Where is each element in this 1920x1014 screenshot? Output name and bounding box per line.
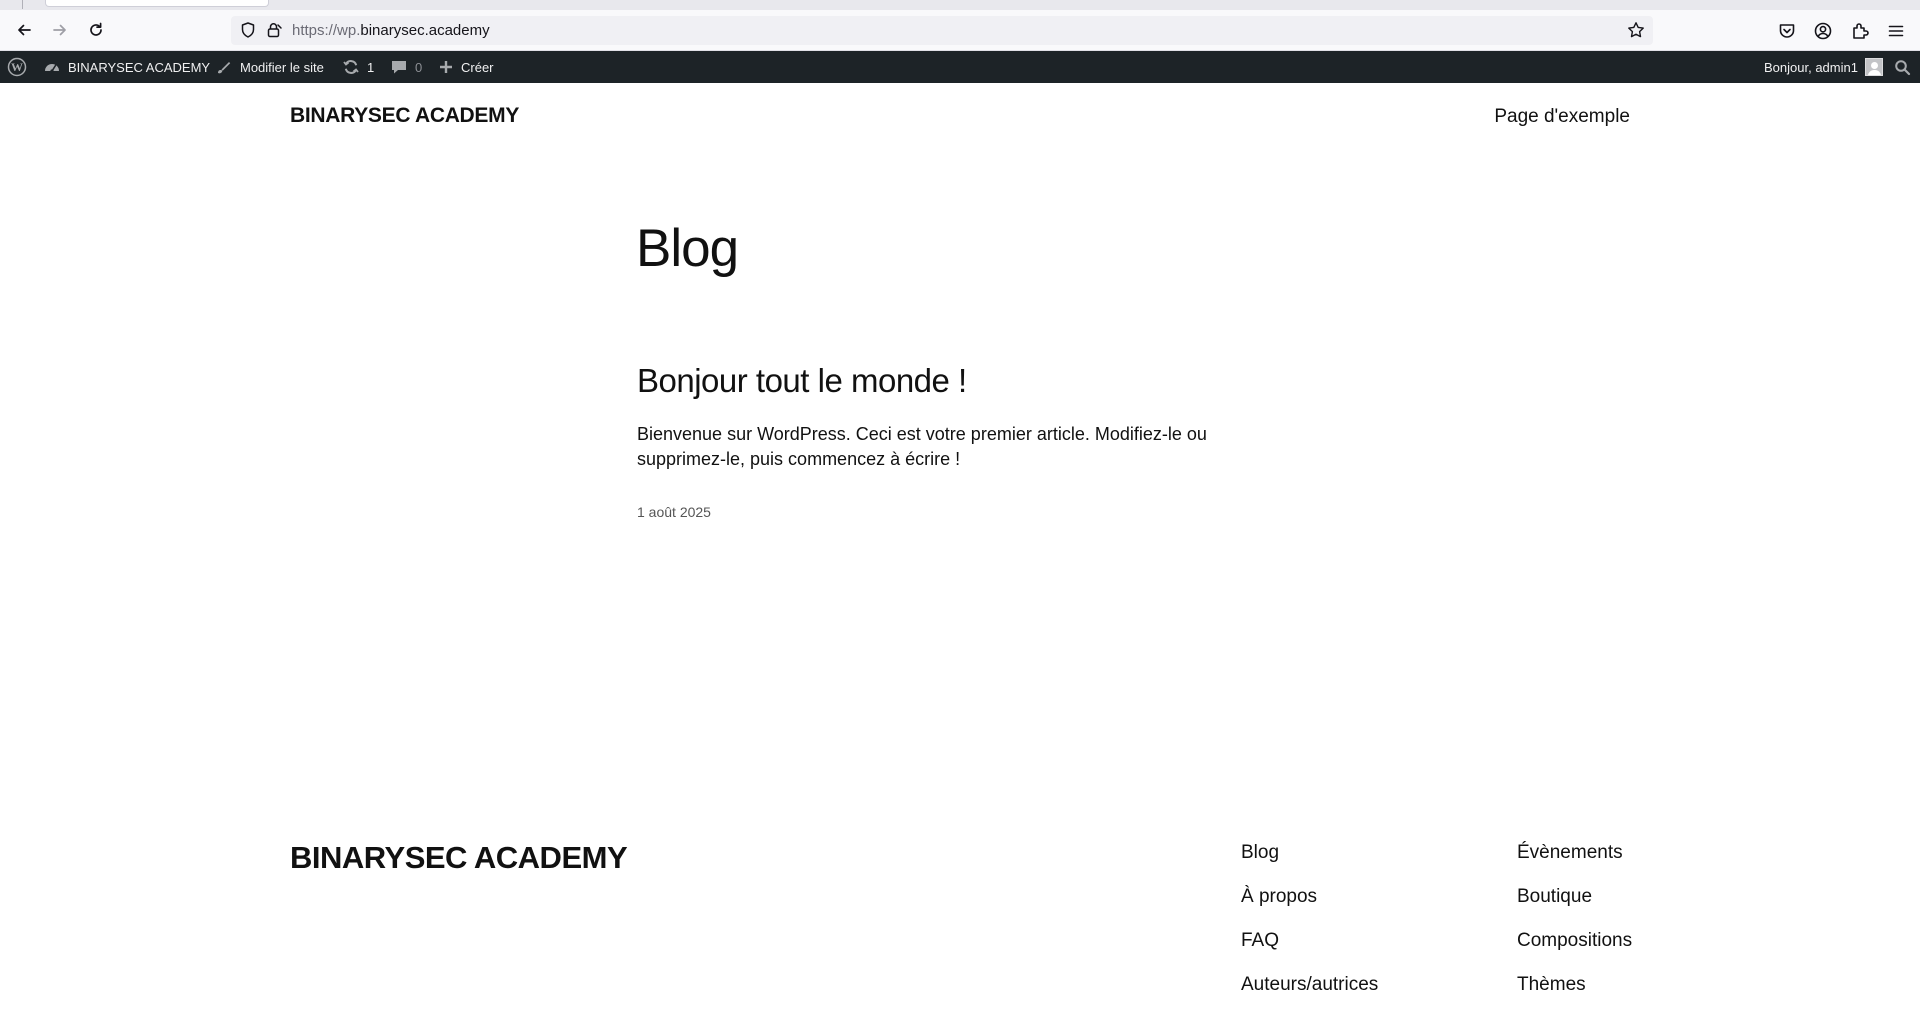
footer-link-shop[interactable]: Boutique — [1517, 886, 1632, 930]
shield-icon[interactable] — [239, 21, 257, 39]
updates-count: 1 — [367, 59, 375, 75]
arrow-right-icon — [53, 24, 66, 36]
footer-link-blog[interactable]: Blog — [1241, 842, 1378, 886]
pocket-icon[interactable] — [1777, 21, 1797, 41]
wp-logo-menu[interactable]: W — [7, 51, 27, 83]
updates-icon — [343, 60, 359, 74]
tab-separator — [22, 0, 23, 9]
new-content-label: Créer — [461, 59, 494, 75]
browser-tab-strip — [0, 0, 1920, 10]
arrow-left-icon — [18, 24, 31, 36]
reload-icon — [90, 22, 102, 36]
url-text[interactable]: https://wp.binarysec.academy — [292, 22, 490, 39]
reload-button[interactable] — [80, 16, 112, 44]
plus-icon — [440, 61, 452, 73]
url-scheme: https://wp. — [292, 22, 361, 39]
post-date[interactable]: 1 août 2025 — [637, 504, 711, 520]
wp-admin-bar: W BINARYSEC ACADEMY Modifier le site 1 0… — [0, 51, 1920, 83]
footer-nav-column-2: Évènements Boutique Compositions Thèmes — [1517, 842, 1632, 1014]
admin-bar-comments[interactable]: 0 — [390, 51, 422, 83]
admin-bar-my-account[interactable]: Bonjour, admin1 — [1764, 51, 1883, 83]
footer-link-themes[interactable]: Thèmes — [1517, 974, 1632, 1014]
page-title: Blog — [636, 219, 739, 278]
search-icon — [1895, 59, 1911, 75]
edit-site-label: Modifier le site — [240, 59, 324, 75]
footer-link-authors[interactable]: Auteurs/autrices — [1241, 974, 1378, 1014]
forward-button[interactable] — [44, 16, 76, 44]
site-title-link[interactable]: BINARYSEC ACADEMY — [290, 104, 519, 128]
svg-text:W: W — [11, 60, 23, 74]
active-tab[interactable] — [45, 0, 269, 7]
back-button[interactable] — [8, 16, 40, 44]
footer-nav-column-1: Blog À propos FAQ Auteurs/autrices — [1241, 842, 1378, 1014]
footer-link-about[interactable]: À propos — [1241, 886, 1378, 930]
menu-icon[interactable] — [1886, 21, 1906, 41]
dashboard-icon — [45, 64, 59, 73]
lock-icon[interactable] — [265, 21, 283, 39]
footer-link-faq[interactable]: FAQ — [1241, 930, 1378, 974]
comment-bubble-icon — [392, 61, 406, 74]
nav-link-sample-page[interactable]: Page d'exemple — [1494, 106, 1630, 128]
url-host: binarysec.academy — [360, 22, 490, 39]
admin-bar-search[interactable] — [1894, 51, 1911, 83]
admin-bar-updates[interactable]: 1 — [342, 51, 374, 83]
footer-site-title[interactable]: BINARYSEC ACADEMY — [290, 840, 628, 876]
admin-bar-edit-site[interactable]: Modifier le site — [215, 51, 324, 83]
bookmark-star-icon[interactable] — [1627, 21, 1645, 39]
admin-bar-site-label: BINARYSEC ACADEMY — [68, 59, 211, 75]
footer-link-events[interactable]: Évènements — [1517, 842, 1632, 886]
footer-link-patterns[interactable]: Compositions — [1517, 930, 1632, 974]
paintbrush-icon — [218, 62, 231, 74]
avatar — [1864, 58, 1883, 76]
admin-greeting: Bonjour, admin1 — [1764, 59, 1858, 75]
admin-bar-site-name[interactable]: BINARYSEC ACADEMY — [43, 51, 210, 83]
wordpress-logo-icon: W — [7, 57, 27, 77]
post-title-link[interactable]: Bonjour tout le monde ! — [637, 362, 967, 400]
account-icon[interactable] — [1813, 21, 1833, 41]
post-excerpt: Bienvenue sur WordPress. Ceci est votre … — [637, 424, 1207, 469]
extensions-icon[interactable] — [1850, 21, 1870, 41]
address-bar[interactable]: https://wp.binarysec.academy — [231, 16, 1653, 45]
admin-bar-new-content[interactable]: Créer — [438, 51, 494, 83]
comments-count: 0 — [415, 59, 423, 75]
browser-toolbar: https://wp.binarysec.academy — [0, 10, 1920, 51]
